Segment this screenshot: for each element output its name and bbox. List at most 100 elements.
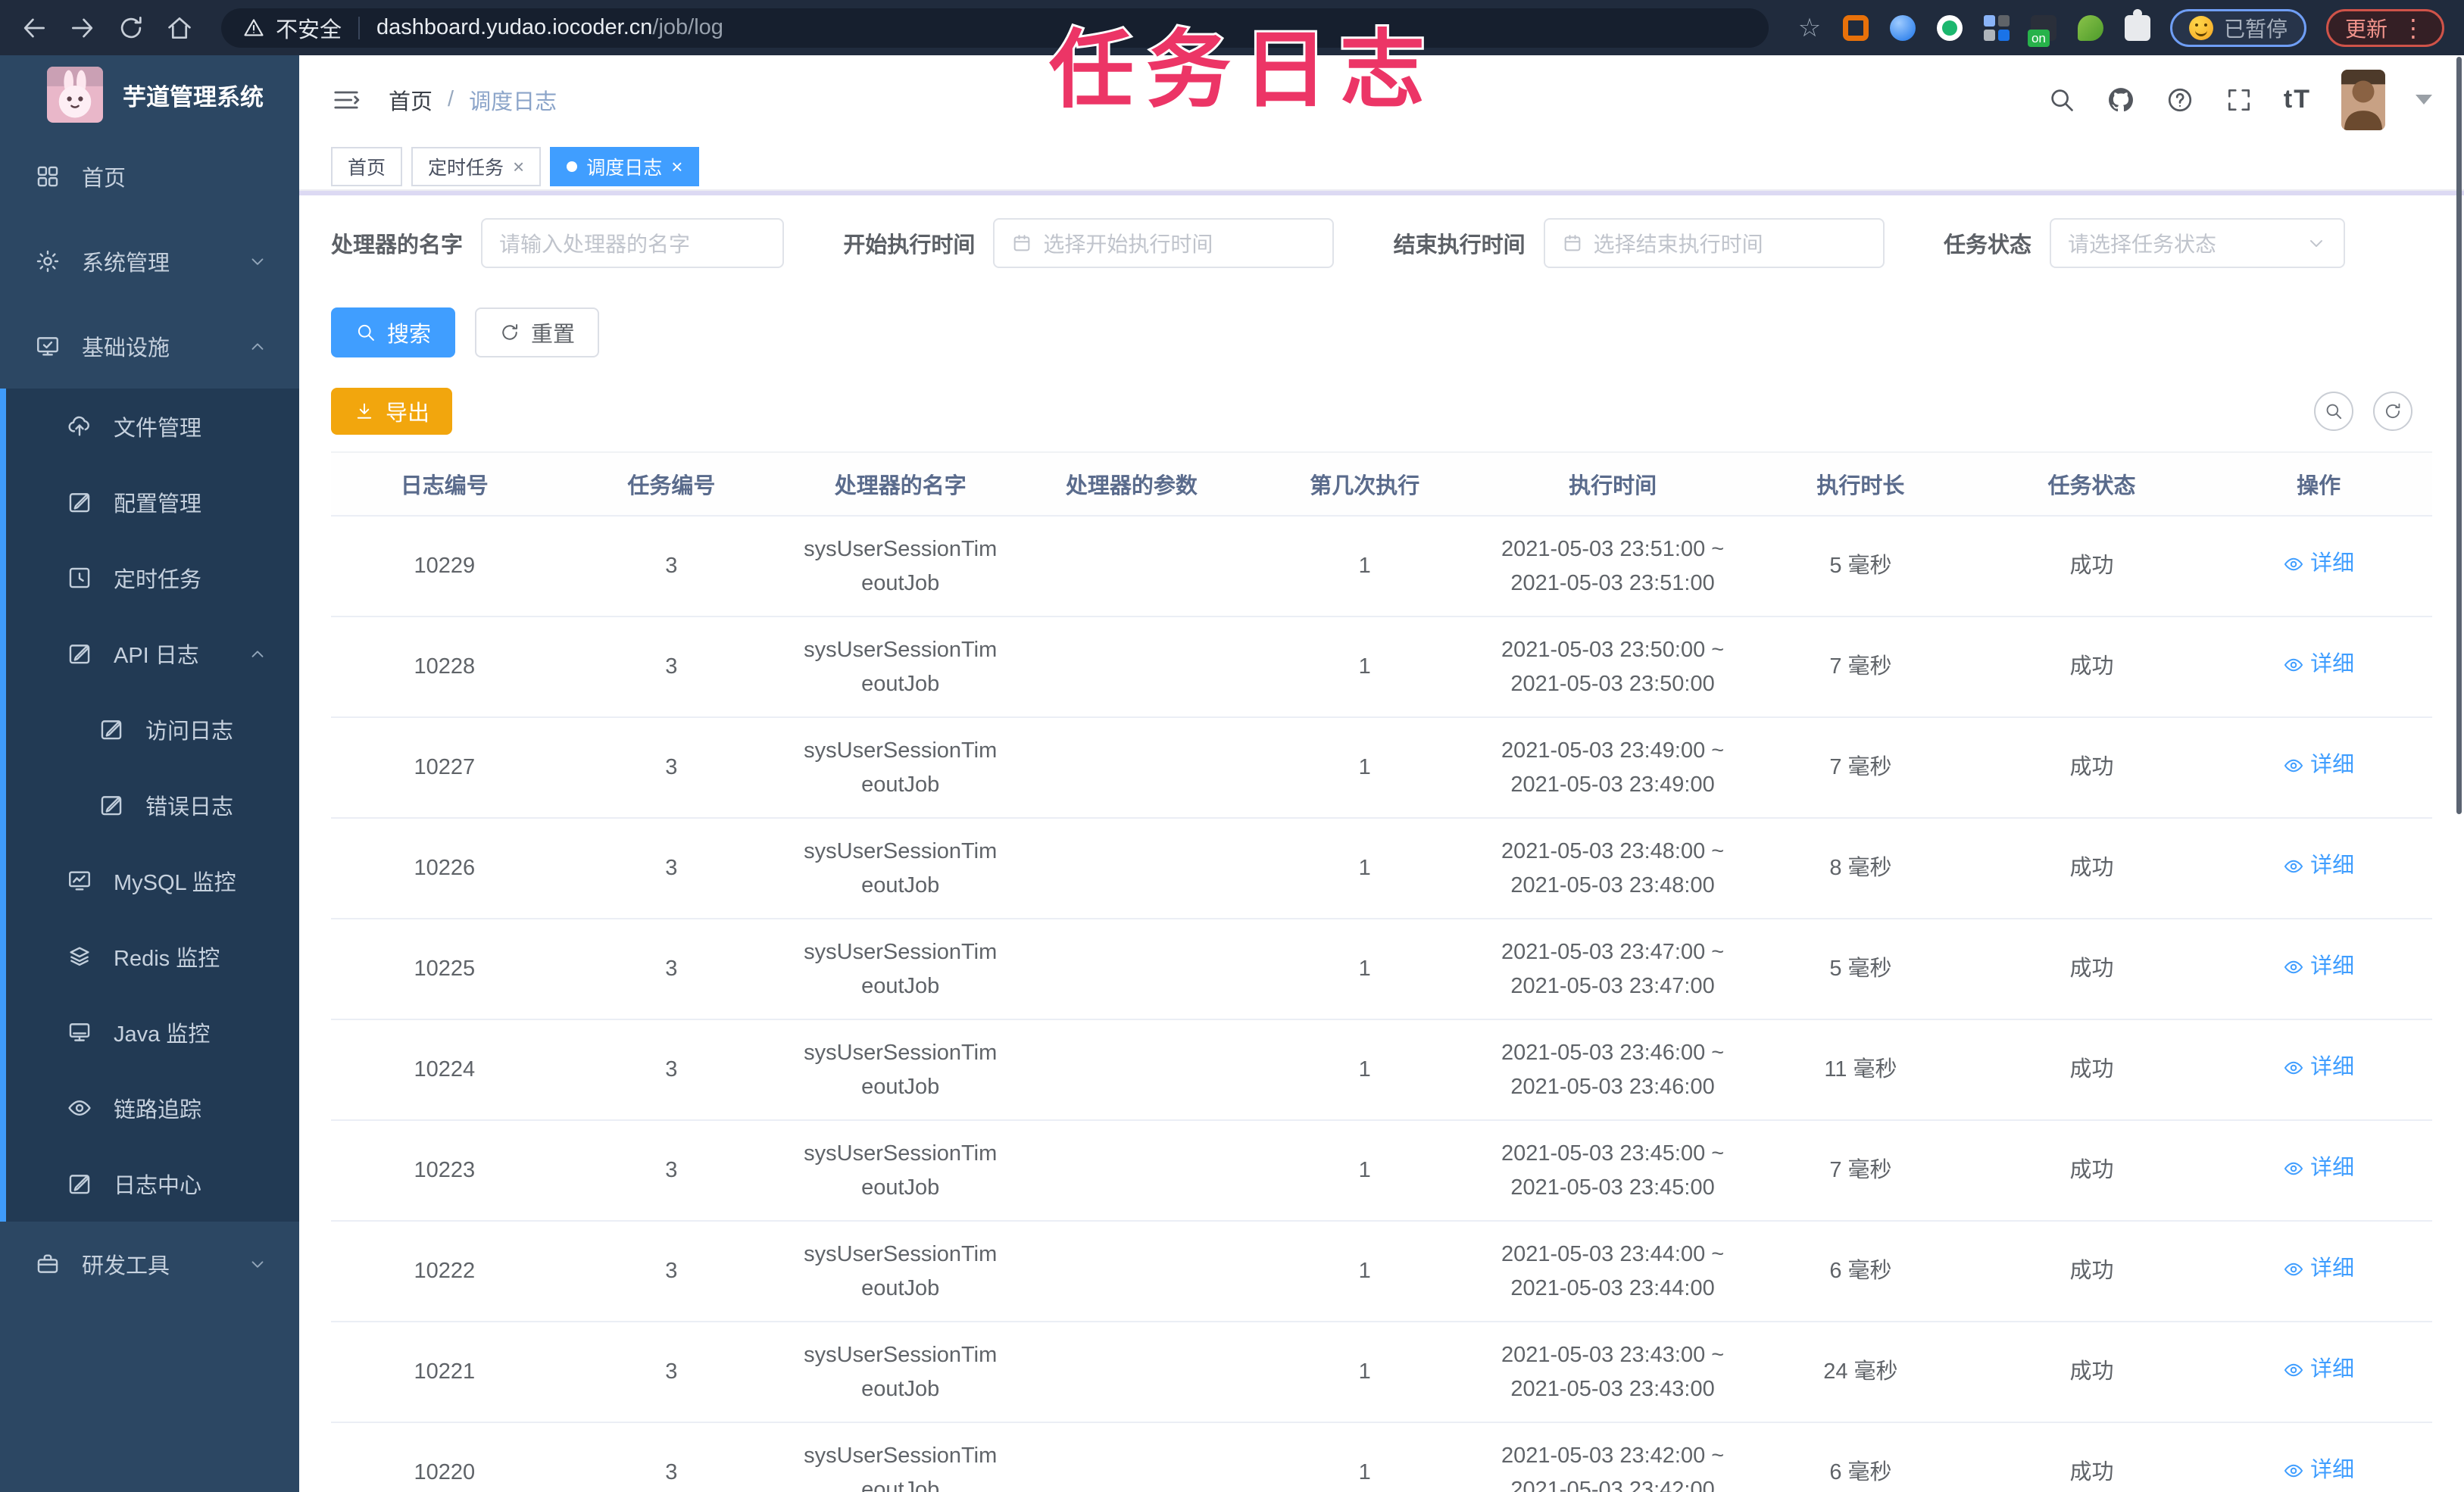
date-input[interactable]: 选择结束执行时间 — [1543, 218, 1885, 268]
date-input[interactable]: 选择开始执行时间 — [993, 218, 1335, 268]
app-logo[interactable]: 芋道管理系统 — [0, 55, 299, 134]
font-size-icon[interactable] — [2284, 85, 2311, 114]
cell-job-id: 3 — [665, 755, 678, 779]
extensions-puzzle-icon[interactable] — [2124, 8, 2150, 41]
detail-link[interactable]: 详细 — [2283, 1252, 2354, 1286]
menu-dots-icon[interactable]: ⋮ — [2401, 16, 2425, 40]
cell-handler-name: sysUserSessionTim eoutJob — [785, 627, 1016, 707]
github-icon[interactable] — [2106, 86, 2135, 114]
browser-update-button[interactable]: 更新 ⋮ — [2325, 8, 2444, 47]
cell-log-id: 10225 — [414, 957, 476, 981]
cell-job-id: 3 — [665, 856, 678, 880]
breadcrumb-home[interactable]: 首页 — [389, 84, 433, 116]
detail-link[interactable]: 详细 — [2283, 1353, 2354, 1387]
extension-icon[interactable] — [1842, 14, 1869, 41]
sidebar-item[interactable]: 文件管理 — [6, 389, 299, 464]
extension-icon[interactable] — [1936, 14, 1963, 41]
forward-icon[interactable] — [68, 14, 97, 42]
sidebar-item[interactable]: 日志中心 — [6, 1146, 299, 1222]
profile-paused-badge[interactable]: 已暂停 — [2169, 8, 2306, 47]
detail-link[interactable]: 详细 — [2283, 748, 2354, 782]
bookmark-star-icon[interactable]: ☆ — [1796, 14, 1823, 42]
close-icon[interactable]: × — [513, 157, 524, 176]
sidebar-item[interactable]: Redis 监控 — [6, 919, 299, 994]
user-avatar[interactable] — [2341, 69, 2385, 130]
sidebar-item-label: 系统管理 — [82, 251, 170, 276]
cell-execute-time-line: 2021-05-03 23:44:00 — [1510, 1275, 1715, 1300]
sidebar-toggle-icon[interactable] — [331, 85, 361, 115]
detail-link[interactable]: 详细 — [2283, 547, 2354, 581]
cell-execute-time: 2021-05-03 23:43:00 ~ 2021-05-03 23:43:00 — [1482, 1332, 1743, 1412]
fullscreen-icon[interactable] — [2225, 86, 2253, 114]
sidebar-item[interactable]: 链路追踪 — [6, 1070, 299, 1146]
cell-log-id: 10228 — [414, 654, 476, 679]
extension-icon[interactable] — [2027, 14, 2056, 47]
detail-link-label: 详细 — [2310, 954, 2355, 979]
reset-button[interactable]: 重置 — [475, 307, 600, 357]
sidebar-item[interactable]: 错误日志 — [6, 767, 299, 843]
detail-link[interactable]: 详细 — [2283, 648, 2354, 682]
tags-view-bar: 首页 定时任务 × 调度日志 × — [299, 144, 2464, 191]
sidebar-item[interactable]: 基础设施 — [0, 304, 299, 389]
status-select[interactable]: 请选择任务状态 — [2050, 218, 2345, 268]
detail-link-label: 详细 — [2310, 753, 2355, 778]
extension-icon[interactable] — [2077, 14, 2103, 41]
cell-log-id: 10223 — [414, 1158, 476, 1182]
cell-handler-param — [1016, 1366, 1247, 1378]
sidebar-item[interactable]: 定时任务 — [6, 540, 299, 616]
extension-icon[interactable] — [1983, 14, 2010, 41]
detail-link[interactable]: 详细 — [2283, 950, 2354, 984]
cell-actions: 详细 — [2205, 641, 2432, 692]
tab-active[interactable]: 调度日志 × — [550, 147, 700, 186]
handler-name-input[interactable]: 请输入处理器的名字 — [481, 218, 785, 268]
sidebar-item[interactable]: 首页 — [0, 134, 299, 219]
back-icon[interactable] — [20, 14, 48, 42]
refresh-table-button[interactable] — [2373, 392, 2412, 431]
cell-handler-name-line: eoutJob — [861, 1376, 940, 1401]
export-button[interactable]: 导出 — [331, 388, 453, 435]
filter-group: 任务状态 请选择任务状态 — [1944, 218, 2345, 268]
sidebar-item[interactable]: 研发工具 — [0, 1222, 299, 1306]
cell-handler-name-line: eoutJob — [861, 671, 940, 696]
detail-link[interactable]: 详细 — [2283, 849, 2354, 883]
cell-execute-time: 2021-05-03 23:48:00 ~ 2021-05-03 23:48:00 — [1482, 829, 1743, 909]
scrollbar-thumb[interactable] — [2456, 57, 2462, 814]
cell-actions: 详细 — [2205, 944, 2432, 994]
briefcase-icon — [35, 1251, 61, 1277]
cell-status: 成功 — [2069, 1158, 2114, 1182]
reload-icon[interactable] — [117, 14, 145, 42]
calendar-icon — [1562, 233, 1583, 254]
sidebar-item[interactable]: 配置管理 — [6, 464, 299, 540]
chevron-down-icon[interactable] — [2416, 95, 2432, 105]
cell-log-id: 10226 — [414, 856, 476, 880]
cell-execute-index: 1 — [1358, 1259, 1371, 1283]
sidebar-item[interactable]: 访问日志 — [6, 691, 299, 767]
sidebar-item[interactable]: Java 监控 — [6, 994, 299, 1070]
table-row: 10228 3 sysUserSessionTim eoutJob 1 2021-05-0… — [331, 617, 2432, 718]
tab-item[interactable]: 首页 — [331, 147, 403, 186]
table-row: 10222 3 sysUserSessionTim eoutJob 1 2021-05-0… — [331, 1222, 2432, 1322]
extensions-row — [1842, 8, 2150, 47]
filter-label: 开始执行时间 — [843, 233, 976, 258]
sidebar-item[interactable]: 系统管理 — [0, 219, 299, 304]
security-warning[interactable]: 不安全 — [242, 12, 342, 44]
dashboard-icon — [35, 164, 61, 189]
search-icon[interactable] — [2047, 86, 2076, 114]
detail-link[interactable]: 详细 — [2283, 1453, 2354, 1487]
sidebar-item[interactable]: MySQL 监控 — [6, 843, 299, 919]
cell-job-id: 3 — [665, 1057, 678, 1082]
sidebar-item[interactable]: API 日志 — [6, 616, 299, 691]
detail-link[interactable]: 详细 — [2283, 1050, 2354, 1085]
close-icon[interactable]: × — [671, 157, 682, 176]
detail-link[interactable]: 详细 — [2283, 1151, 2354, 1185]
address-bar[interactable]: 不安全 dashboard.yudao.iocoder.cn/job/log — [221, 8, 1769, 48]
tab-item[interactable]: 定时任务 × — [411, 147, 542, 186]
cell-status: 成功 — [2069, 856, 2114, 880]
extension-icon[interactable] — [1889, 14, 1916, 41]
url-path: /job/log — [652, 15, 723, 39]
show-search-button[interactable] — [2314, 392, 2353, 431]
search-button[interactable]: 搜索 — [331, 307, 456, 357]
help-icon[interactable] — [2166, 86, 2194, 114]
cell-duration: 8 毫秒 — [1829, 856, 1892, 880]
home-icon[interactable] — [165, 14, 194, 42]
